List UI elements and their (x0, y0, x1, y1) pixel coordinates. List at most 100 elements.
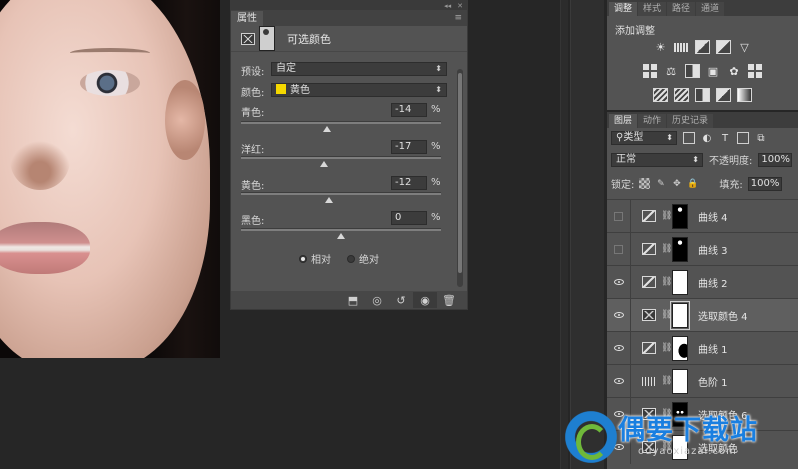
reset-icon[interactable]: ↺ (389, 292, 413, 308)
color-lookup-icon[interactable] (747, 64, 763, 78)
slider-track-magenta[interactable] (241, 156, 441, 159)
curves-icon[interactable] (695, 40, 710, 54)
tab-paths[interactable]: 路径 (667, 2, 696, 16)
layer-name[interactable]: 色阶 1 (698, 374, 728, 389)
levels-icon[interactable] (674, 43, 689, 52)
layer-adjustment-thumb[interactable] (640, 307, 658, 323)
slider-value-cyan[interactable]: -14 (391, 103, 427, 117)
lock-move-icon[interactable]: ✥ (671, 178, 682, 189)
link-icon[interactable]: ⛓ (661, 376, 672, 386)
layer-mask-thumb[interactable] (672, 203, 688, 229)
tab-adjustments[interactable]: 调整 (609, 2, 638, 16)
layer-row[interactable]: ⛓ 曲线 3 (607, 232, 798, 266)
layer-visibility-toggle[interactable] (607, 265, 631, 299)
opacity-input[interactable]: 100% (758, 152, 793, 167)
link-icon[interactable]: ⛓ (661, 277, 672, 287)
close-panel-icon[interactable]: ✕ (457, 2, 463, 10)
link-icon[interactable]: ⛓ (661, 343, 672, 353)
panel-divider[interactable] (560, 0, 568, 469)
layer-adjustment-thumb[interactable] (640, 274, 658, 290)
slider-value-magenta[interactable]: -17 (391, 140, 427, 154)
black-white-icon[interactable] (684, 64, 700, 78)
filter-adjustment-icon[interactable]: ◐ (701, 132, 713, 144)
selective-color-adj-icon[interactable] (716, 88, 731, 102)
layer-visibility-toggle[interactable] (607, 364, 631, 398)
tab-channels[interactable]: 通道 (696, 2, 725, 16)
tab-history[interactable]: 历史记录 (667, 114, 714, 128)
lock-brush-icon[interactable]: ✎ (655, 178, 666, 189)
slider-thumb-black[interactable] (337, 233, 345, 239)
layer-name[interactable]: 曲线 2 (698, 275, 728, 290)
slider-thumb-yellow[interactable] (325, 197, 333, 203)
layer-visibility-toggle[interactable] (607, 232, 631, 266)
layer-adjustment-thumb[interactable] (640, 373, 658, 389)
channel-mixer-icon[interactable]: ✿ (727, 64, 742, 78)
exposure-icon[interactable] (716, 40, 731, 54)
collapse-icon[interactable]: ◂◂ (444, 2, 451, 10)
link-icon[interactable]: ⛓ (661, 244, 672, 254)
preset-select[interactable]: 自定 ⬍ (271, 62, 447, 76)
filter-pixel-icon[interactable] (683, 132, 695, 144)
layer-row[interactable]: ⛓ 选取颜色 4 (607, 298, 798, 332)
visibility-eye-icon[interactable]: ◉ (413, 292, 437, 308)
filter-type-icon[interactable]: T (719, 132, 731, 144)
slider-value-yellow[interactable]: -12 (391, 176, 427, 190)
vibrance-icon[interactable]: ▽ (737, 40, 752, 54)
lock-all-icon[interactable]: 🔒 (687, 178, 698, 189)
tab-actions[interactable]: 动作 (638, 114, 667, 128)
radio-relative[interactable]: 相对 (299, 251, 331, 266)
invert-icon[interactable] (653, 88, 668, 102)
filter-kind-select[interactable]: ⚲类型 ⬍ (611, 131, 677, 145)
posterize-icon[interactable] (674, 88, 689, 102)
layer-name[interactable]: 选取颜色 4 (698, 308, 748, 323)
layer-name[interactable]: 曲线 4 (698, 209, 728, 224)
layer-adjustment-thumb[interactable] (640, 241, 658, 257)
slider-thumb-magenta[interactable] (320, 161, 328, 167)
link-icon[interactable]: ⛓ (661, 310, 672, 320)
layer-mask-thumb[interactable] (672, 335, 688, 361)
blend-mode-select[interactable]: 正常 ⬍ (611, 152, 703, 167)
threshold-icon[interactable] (695, 88, 710, 102)
canvas-photo[interactable] (0, 0, 220, 358)
layer-adjustment-thumb[interactable] (640, 208, 658, 224)
properties-scrollbar[interactable] (457, 69, 463, 287)
layer-row[interactable]: ⛓ 曲线 1 (607, 331, 798, 365)
layer-visibility-toggle[interactable] (607, 199, 631, 233)
layer-mask-thumb[interactable] (670, 300, 690, 330)
layer-mask-thumb[interactable] (672, 269, 688, 295)
slider-track-yellow[interactable] (241, 192, 441, 195)
layer-name[interactable]: 曲线 1 (698, 341, 728, 356)
radio-absolute[interactable]: 绝对 (347, 251, 379, 266)
panel-menu-icon[interactable]: ≡ (454, 11, 467, 26)
hue-saturation-icon[interactable] (642, 64, 658, 78)
slider-value-black[interactable]: 0 (391, 211, 427, 225)
layer-mask-thumb[interactable] (672, 236, 688, 262)
color-balance-icon[interactable]: ⚖ (664, 64, 679, 78)
layer-visibility-toggle[interactable] (607, 298, 631, 332)
tab-styles[interactable]: 样式 (638, 2, 667, 16)
tab-layers[interactable]: 图层 (609, 114, 638, 128)
link-icon[interactable]: ⛓ (661, 211, 672, 221)
colors-select[interactable]: 黄色 ⬍ (271, 83, 447, 97)
layer-row[interactable]: ⛓ 曲线 4 (607, 199, 798, 233)
gradient-map-icon[interactable] (737, 88, 752, 102)
slider-thumb-cyan[interactable] (323, 126, 331, 132)
layer-mask-icon[interactable] (259, 26, 275, 51)
layer-row[interactable]: ⛓ 曲线 2 (607, 265, 798, 299)
slider-track-cyan[interactable] (241, 121, 441, 124)
filter-smart-object-icon[interactable]: ⧉ (755, 132, 767, 144)
layer-visibility-toggle[interactable] (607, 331, 631, 365)
layer-row[interactable]: ⛓ 色阶 1 (607, 364, 798, 398)
layer-name[interactable]: 曲线 3 (698, 242, 728, 257)
filter-shape-icon[interactable] (737, 132, 749, 144)
view-previous-state-icon[interactable]: ◎ (365, 292, 389, 308)
fill-input[interactable]: 100% (747, 176, 782, 191)
lock-transparent-icon[interactable] (639, 178, 651, 189)
layer-adjustment-thumb[interactable] (640, 340, 658, 356)
clip-to-layer-icon[interactable]: ⬒ (341, 292, 365, 308)
slider-track-black[interactable] (241, 228, 441, 231)
brightness-icon[interactable]: ☀ (653, 40, 668, 54)
layer-mask-thumb[interactable] (672, 368, 688, 394)
photo-filter-icon[interactable]: ▣ (706, 64, 721, 78)
tab-properties[interactable]: 属性 (231, 11, 263, 26)
